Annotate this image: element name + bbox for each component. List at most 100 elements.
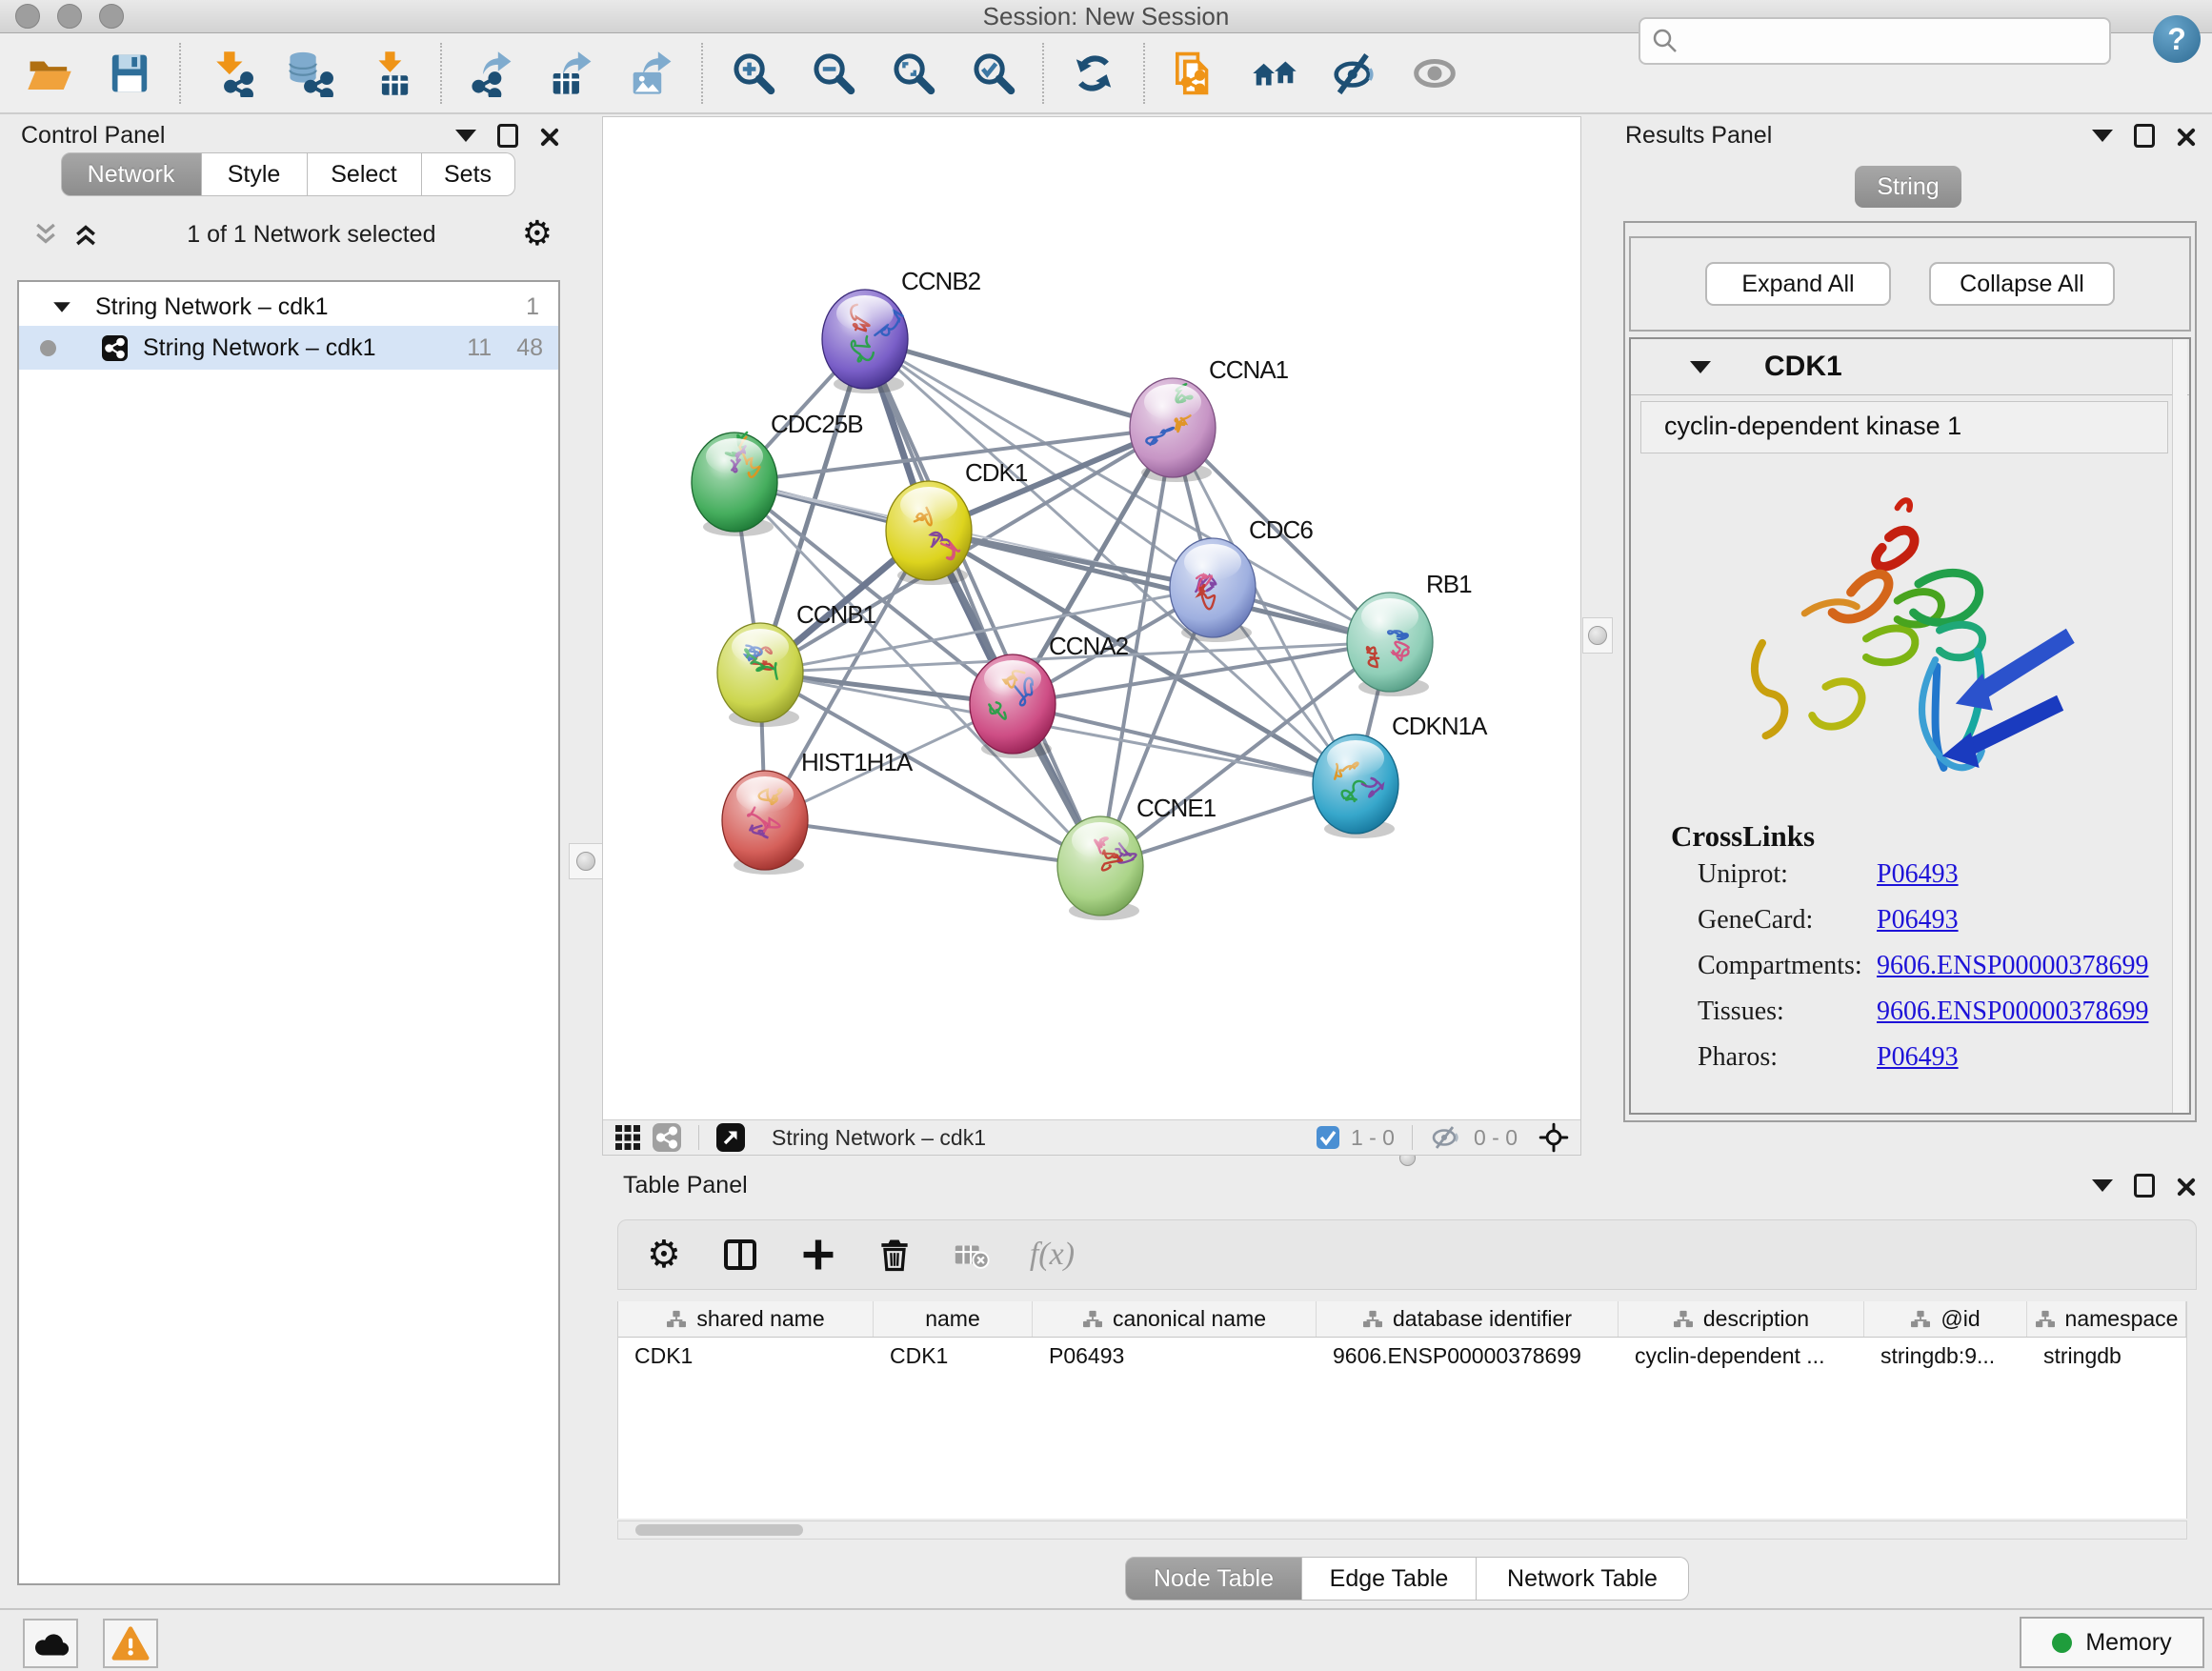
search-box[interactable] bbox=[1639, 17, 2111, 65]
network-tree-root-row[interactable]: String Network – cdk1 1 bbox=[19, 288, 558, 326]
tab-network[interactable]: Network bbox=[61, 152, 202, 196]
first-neighbors-icon bbox=[1251, 50, 1298, 97]
network-edge[interactable] bbox=[929, 531, 1390, 642]
column-header-shared-name[interactable]: shared name bbox=[618, 1301, 874, 1337]
tab-select[interactable]: Select bbox=[308, 152, 422, 196]
network-edge[interactable] bbox=[765, 820, 1100, 866]
network-graph[interactable]: CCNB2CCNA1CDC25BCDK1CDC6RB1CCNB1CCNA2CDK… bbox=[603, 117, 1580, 1121]
import-network-file-button[interactable] bbox=[203, 46, 258, 101]
column-header-database-identifier[interactable]: database identifier bbox=[1317, 1301, 1619, 1337]
table-hscrollbar[interactable] bbox=[617, 1520, 2187, 1540]
network-node-hist1h1a[interactable]: HIST1H1A bbox=[722, 748, 914, 875]
results-float-icon[interactable] bbox=[2134, 124, 2155, 148]
zoom-in-button[interactable] bbox=[725, 46, 780, 101]
crosslink-label: Uniprot: bbox=[1698, 859, 1877, 890]
crosslink-value-link[interactable]: P06493 bbox=[1877, 859, 1959, 890]
table-menu-icon[interactable] bbox=[2092, 1179, 2113, 1192]
birdseye-view-icon[interactable] bbox=[716, 1123, 745, 1152]
duplicate-network-button[interactable] bbox=[1167, 46, 1222, 101]
network-node-ccna2[interactable]: CCNA2 bbox=[970, 632, 1129, 758]
expand-all-icon[interactable] bbox=[70, 220, 101, 249]
results-close-icon[interactable] bbox=[2176, 127, 2195, 146]
delete-column-trash-icon[interactable] bbox=[875, 1236, 914, 1274]
network-edge[interactable] bbox=[1013, 704, 1356, 784]
network-view-toolbar: String Network – cdk1 1 - 0 0 - 0 bbox=[603, 1119, 1580, 1155]
memory-button[interactable]: Memory bbox=[2020, 1617, 2204, 1668]
collapse-all-button[interactable]: Collapse All bbox=[1929, 262, 2115, 306]
hidden-eye-icon[interactable] bbox=[1430, 1125, 1460, 1150]
export-table-button[interactable] bbox=[544, 46, 599, 101]
tab-style[interactable]: Style bbox=[202, 152, 308, 196]
network-edge[interactable] bbox=[865, 339, 1100, 866]
network-node-rb1[interactable]: RB1 bbox=[1347, 570, 1472, 696]
network-share-icon[interactable] bbox=[653, 1123, 681, 1152]
tab-node-table[interactable]: Node Table bbox=[1125, 1557, 1302, 1601]
save-session-button[interactable] bbox=[102, 46, 157, 101]
crosslink-value-link[interactable]: 9606.ENSP00000378699 bbox=[1877, 997, 2148, 1027]
shared-column-icon bbox=[2035, 1310, 2056, 1329]
delete-table-icon[interactable] bbox=[952, 1235, 992, 1275]
collapse-all-icon[interactable] bbox=[30, 220, 61, 249]
network-edge[interactable] bbox=[865, 339, 1173, 428]
export-image-button[interactable] bbox=[624, 46, 679, 101]
panel-float-icon[interactable] bbox=[497, 124, 518, 148]
apply-layout-button[interactable] bbox=[1066, 46, 1121, 101]
crosslink-value-link[interactable]: P06493 bbox=[1877, 1042, 1959, 1073]
column-header-description[interactable]: description bbox=[1619, 1301, 1864, 1337]
add-column-icon[interactable] bbox=[799, 1236, 837, 1274]
network-node-ccne1[interactable]: CCNE1 bbox=[1057, 794, 1217, 920]
network-node-cdk1[interactable]: CDK1 bbox=[886, 458, 1028, 585]
column-header-id[interactable]: @id bbox=[1864, 1301, 2027, 1337]
column-header-name[interactable]: name bbox=[874, 1301, 1033, 1337]
tab-sets[interactable]: Sets bbox=[422, 152, 515, 196]
search-input[interactable] bbox=[1688, 22, 2109, 60]
column-header-namespace[interactable]: namespace bbox=[2027, 1301, 2186, 1337]
left-splitter-handle[interactable] bbox=[569, 843, 603, 879]
network-tree-item-row[interactable]: String Network – cdk1 11 48 bbox=[19, 326, 558, 370]
crosslink-value-link[interactable]: 9606.ENSP00000378699 bbox=[1877, 951, 2148, 981]
hide-selected-button[interactable] bbox=[1327, 46, 1382, 101]
results-menu-icon[interactable] bbox=[2092, 130, 2113, 142]
table-settings-gear-icon[interactable]: ⚙ bbox=[647, 1236, 681, 1274]
results-scrollbar[interactable] bbox=[2172, 339, 2187, 1113]
expand-all-button[interactable]: Expand All bbox=[1705, 262, 1891, 306]
column-header-canonical-name[interactable]: canonical name bbox=[1033, 1301, 1317, 1337]
zoom-fit-content-button[interactable] bbox=[885, 46, 940, 101]
right-splitter-handle[interactable] bbox=[1582, 617, 1613, 654]
network-canvas[interactable]: CCNB2CCNA1CDC25BCDK1CDC6RB1CCNB1CCNA2CDK… bbox=[603, 117, 1580, 1121]
import-network-database-button[interactable] bbox=[283, 46, 338, 101]
selected-checkbox-icon[interactable] bbox=[1317, 1126, 1339, 1149]
first-neighbors-button[interactable] bbox=[1247, 46, 1302, 101]
zoom-selected-button[interactable] bbox=[965, 46, 1020, 101]
table-row[interactable]: CDK1CDK1P064939606.ENSP00000378699cyclin… bbox=[618, 1338, 2186, 1374]
zoom-out-button[interactable] bbox=[805, 46, 860, 101]
tree-expand-icon[interactable] bbox=[53, 302, 70, 312]
fit-selected-crosshair-icon[interactable] bbox=[1538, 1122, 1569, 1153]
panel-close-icon[interactable] bbox=[539, 127, 558, 146]
grid-view-icon[interactable] bbox=[614, 1124, 641, 1151]
tab-string[interactable]: String bbox=[1855, 166, 1961, 208]
function-builder-icon[interactable]: f(x) bbox=[1030, 1237, 1075, 1273]
network-node-cdc6[interactable]: CDC6 bbox=[1170, 515, 1313, 642]
node-label-ccne1: CCNE1 bbox=[1136, 794, 1217, 822]
entry-collapse-icon[interactable] bbox=[1690, 361, 1711, 373]
import-table-file-button[interactable] bbox=[363, 46, 418, 101]
panel-menu-icon[interactable] bbox=[455, 130, 476, 142]
table-hscrollbar-thumb[interactable] bbox=[635, 1524, 803, 1536]
show-all-button[interactable] bbox=[1407, 46, 1462, 101]
network-options-gear-icon[interactable]: ⚙ bbox=[522, 215, 553, 253]
export-network-button[interactable] bbox=[464, 46, 519, 101]
open-session-button[interactable] bbox=[22, 46, 77, 101]
help-button[interactable]: ? bbox=[2153, 15, 2201, 63]
table-close-icon[interactable] bbox=[2176, 1177, 2195, 1196]
tab-network-table[interactable]: Network Table bbox=[1477, 1557, 1689, 1601]
entry-header[interactable]: CDK1 bbox=[1631, 339, 2189, 395]
show-columns-icon[interactable] bbox=[719, 1234, 761, 1276]
network-node-cdkn1a[interactable]: CDKN1A bbox=[1313, 712, 1488, 838]
crosslink-value-link[interactable]: P06493 bbox=[1877, 905, 1959, 936]
cloud-status-button[interactable] bbox=[23, 1619, 78, 1668]
tab-edge-table[interactable]: Edge Table bbox=[1302, 1557, 1477, 1601]
table-float-icon[interactable] bbox=[2134, 1174, 2155, 1198]
network-node-ccnb2[interactable]: CCNB2 bbox=[822, 267, 981, 393]
warnings-button[interactable] bbox=[103, 1619, 158, 1668]
